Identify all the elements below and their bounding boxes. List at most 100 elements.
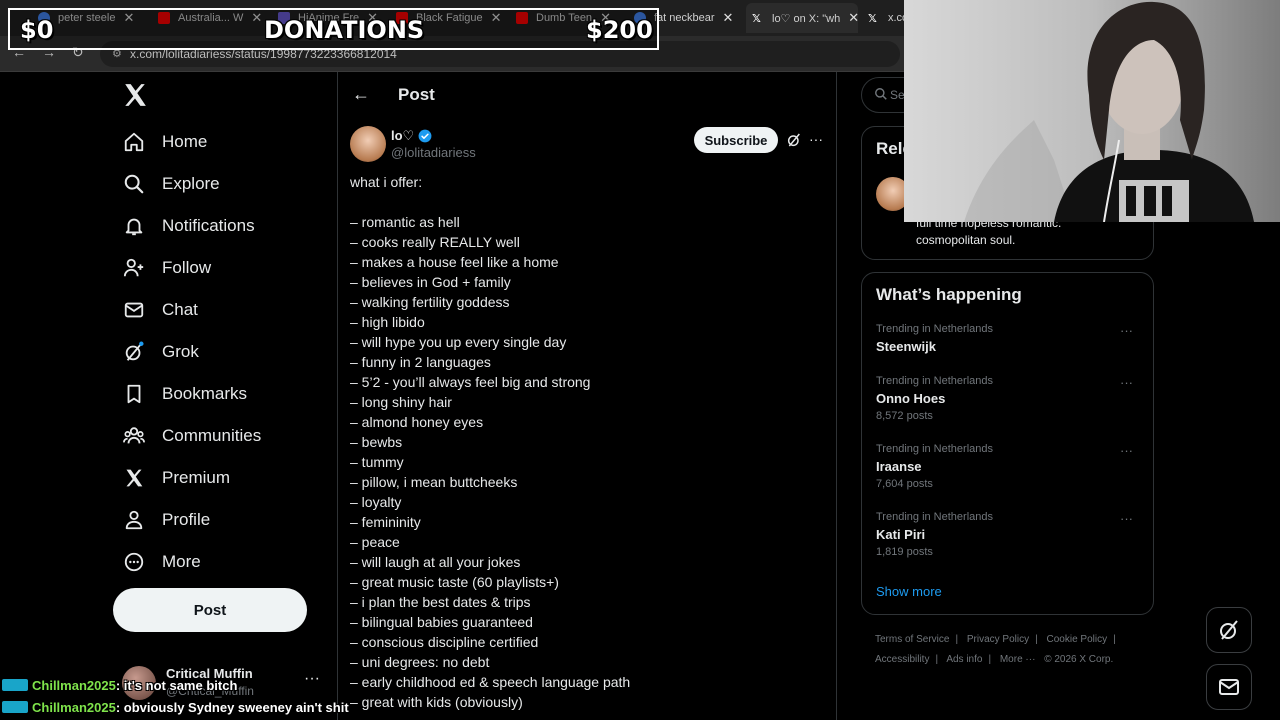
trend-post-count: 1,819 posts [876, 546, 933, 558]
post-text-line: – bilingual babies guaranteed [350, 614, 533, 630]
footer-link-privacy[interactable]: Privacy Policy [967, 634, 1029, 645]
sidebar-item-label: More [162, 552, 201, 571]
messages-fab-button[interactable] [1206, 664, 1252, 710]
whats-happening-panel: What’s happening Trending in Netherlands… [861, 272, 1154, 615]
tab-title: lo♡ on X: "wh [772, 12, 841, 25]
post-text-line: – believes in God + family [350, 274, 511, 290]
post-text-line: – tummy [350, 454, 404, 470]
footer-link-cookie[interactable]: Cookie Policy [1047, 634, 1108, 645]
grok-icon [1220, 620, 1238, 640]
sidebar-item-home[interactable]: Home [122, 122, 207, 162]
trend-name: Onno Hoes [876, 391, 946, 406]
post-text-line: – will laugh at all your jokes [350, 554, 521, 570]
trend-item[interactable]: Trending in Netherlands Steenwijk ··· [876, 323, 1141, 354]
chat-text: : obviously Sydney sweeney ain't shit [115, 699, 349, 715]
more-dots-icon[interactable]: ··· [1120, 511, 1133, 526]
close-icon[interactable]: ✕ [723, 10, 734, 26]
x-logo-icon: 𝕏 [752, 13, 761, 25]
sidebar-item-label: Profile [162, 510, 211, 529]
more-dots-icon[interactable]: ··· [809, 131, 823, 147]
footer-link-ads[interactable]: Ads info [946, 654, 982, 665]
footer-link-more[interactable]: More ··· [1000, 654, 1036, 665]
show-more-link[interactable]: Show more [876, 584, 942, 599]
webcam-overlay [904, 0, 1280, 222]
webcam-person-image [904, 0, 1280, 222]
home-icon [122, 130, 146, 154]
grok-icon [122, 340, 146, 364]
browser-tab-active[interactable]: 𝕏 lo♡ on X: "wh ✕ [746, 3, 858, 33]
sidebar-item-premium[interactable]: Premium [122, 458, 230, 498]
trend-item[interactable]: Trending in Netherlands Onno Hoes 8,572 … [876, 375, 1141, 422]
trend-name: Kati Piri [876, 527, 926, 542]
post-text-line: – 5’2 - you’ll always feel big and stron… [350, 374, 591, 390]
sidebar-item-notifications[interactable]: Notifications [122, 206, 255, 246]
sidebar-item-label: Notifications [162, 216, 255, 235]
left-sidebar: Home Explore Notifications Follow Chat G… [112, 72, 337, 720]
footer-links: Terms of Service | Privacy Policy | Cookie… [875, 630, 1145, 670]
chat-text: : it's not same bitch [115, 677, 238, 693]
grok-icon[interactable] [786, 132, 802, 148]
post-text-line: – conscious discipline certified [350, 634, 539, 650]
sidebar-item-more[interactable]: More [122, 542, 201, 582]
trend-name: Steenwijk [876, 339, 936, 354]
search-icon [122, 172, 146, 196]
sidebar-item-explore[interactable]: Explore [122, 164, 220, 204]
post-text-line: – walking fertility goddess [350, 294, 510, 310]
footer-separator: | [935, 654, 939, 665]
trend-item[interactable]: Trending in Netherlands Kati Piri 1,819 … [876, 511, 1141, 558]
back-arrow-icon[interactable]: ← [352, 84, 370, 105]
more-dots-icon[interactable]: ··· [1120, 443, 1133, 458]
subscribe-button[interactable]: Subscribe [694, 127, 778, 153]
trend-context: Trending in Netherlands [876, 375, 993, 387]
post-text-line: – uni degrees: no debt [350, 654, 490, 670]
sidebar-item-follow[interactable]: Follow [122, 248, 211, 288]
trend-post-count: 7,604 posts [876, 478, 933, 490]
bell-icon [122, 214, 146, 238]
sidebar-item-profile[interactable]: Profile [122, 500, 210, 540]
footer-link-terms[interactable]: Terms of Service [875, 634, 949, 645]
grok-fab-button[interactable] [1206, 607, 1252, 653]
sidebar-item-communities[interactable]: Communities [122, 416, 261, 456]
more-circle-icon [122, 550, 146, 574]
post-text-line: – high libido [350, 314, 425, 330]
x-icon [122, 466, 146, 490]
chat-username: Chillman2025 [32, 699, 116, 715]
search-icon [875, 88, 887, 100]
sidebar-item-label: Premium [162, 468, 231, 487]
more-dots-icon[interactable]: ··· [1120, 323, 1133, 338]
sidebar-item-grok[interactable]: Grok [122, 332, 199, 372]
donation-title: DONATIONS [264, 16, 425, 44]
sidebar-item-chat[interactable]: Chat [122, 290, 198, 330]
footer-separator: | [955, 634, 959, 645]
browser-tab[interactable]: 𝕏 x.co [868, 6, 908, 30]
copyright: © 2026 X Corp. [1044, 654, 1114, 665]
trend-item[interactable]: Trending in Netherlands Iraanse 7,604 po… [876, 443, 1141, 490]
footer-link-accessibility[interactable]: Accessibility [875, 654, 929, 665]
post-button[interactable]: Post [113, 588, 307, 632]
close-icon[interactable]: ✕ [848, 10, 858, 26]
author-name-row[interactable]: lo♡ [391, 128, 432, 144]
post-text-line: – great with kids (obviously) [350, 694, 523, 710]
author-name: lo♡ [391, 128, 415, 143]
x-logo-icon[interactable] [122, 82, 148, 108]
tab-title: fat neckbear [654, 12, 715, 24]
search-placeholder: Se [890, 88, 905, 102]
sidebar-item-label: Bookmarks [162, 384, 248, 403]
post-text-line: – funny in 2 languages [350, 354, 491, 370]
author-avatar[interactable] [350, 126, 386, 162]
author-handle[interactable]: @lolitadiariess [391, 145, 476, 160]
post-text-line: – great music taste (60 playlists+) [350, 574, 559, 590]
post-text-line: – i plan the best dates & trips [350, 594, 531, 610]
sidebar-item-label: Communities [162, 426, 262, 445]
post-text-line: – makes a house feel like a home [350, 254, 559, 270]
trend-context: Trending in Netherlands [876, 511, 993, 523]
post-text-line: – femininity [350, 514, 421, 530]
donation-current: $0 [20, 16, 54, 44]
stream-chat-overlay: Chillman2025 : it's not same bitch Chill… [0, 675, 349, 720]
post-text: what i offer: – romantic as hell – cooks … [350, 172, 830, 712]
sidebar-item-bookmarks[interactable]: Bookmarks [122, 374, 247, 414]
post-text-line: – bewbs [350, 434, 403, 450]
more-dots-icon[interactable]: ··· [1120, 375, 1133, 390]
chat-badge-icon [2, 701, 28, 713]
post-text-line: – loyalty [350, 494, 402, 510]
